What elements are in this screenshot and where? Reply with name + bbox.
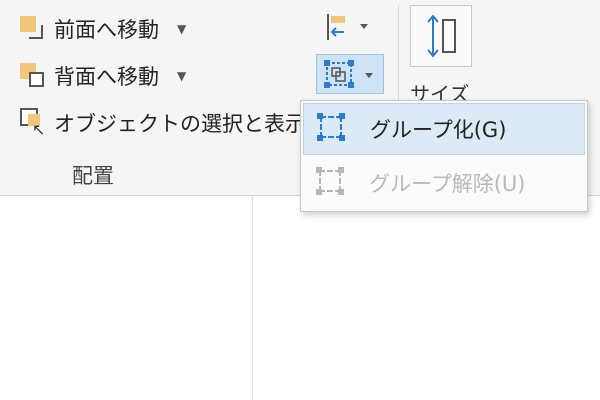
arrange-group-label: 配置 [72,164,114,188]
group-button[interactable] [316,54,384,94]
menu-item-group-label: グループ化(G) [370,118,507,142]
group-dropdown-menu: グループ化(G) グループ解除(U) [300,100,588,212]
bring-forward-label: 前面へ移動 [54,18,159,42]
size-button[interactable] [410,5,472,67]
workspace-divider [252,196,253,400]
app-window: 前面へ移動 ▼ 背面へ移動 ▼ ↖ オブジェクトの選択と表示 配置 サイズ グル… [0,0,600,400]
bring-forward-button[interactable]: 前面へ移動 ▼ [20,14,186,44]
menu-item-ungroup: グループ解除(U) [303,157,585,209]
ribbon-separator [398,5,399,100]
send-backward-icon [20,63,46,89]
send-backward-label: 背面へ移動 [54,65,159,89]
workspace [0,196,600,400]
menu-item-group[interactable]: グループ化(G) [303,103,585,155]
bring-forward-dropdown-arrow-icon[interactable]: ▼ [177,22,186,36]
align-button[interactable] [322,12,370,42]
selection-pane-icon: ↖ [18,108,46,139]
selection-pane-button[interactable]: ↖ オブジェクトの選択と表示 [18,108,306,139]
send-backward-button[interactable]: 背面へ移動 ▼ [20,61,186,91]
menu-item-ungroup-label: グループ解除(U) [369,172,526,196]
send-backward-dropdown-arrow-icon[interactable]: ▼ [177,69,186,83]
group-objects-icon [316,112,350,146]
align-icon [327,14,368,40]
bring-forward-icon [20,16,46,42]
size-icon [427,14,456,58]
ungroup-objects-icon [315,166,349,200]
group-icon [324,60,373,88]
selection-pane-label: オブジェクトの選択と表示 [54,112,306,136]
